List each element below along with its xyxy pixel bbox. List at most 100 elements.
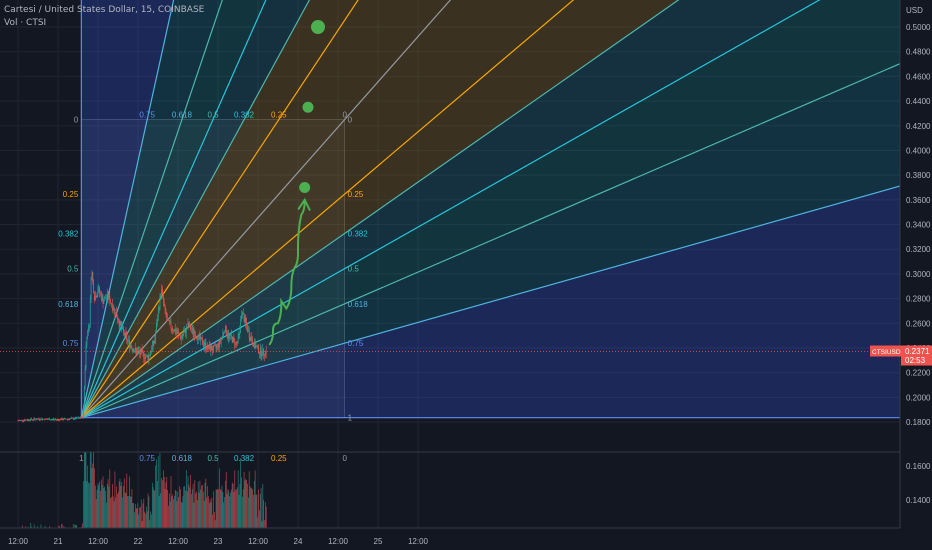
- candle: [265, 350, 266, 359]
- fan-label-bottom: 0.5: [207, 454, 219, 463]
- volume-bar: [115, 497, 117, 528]
- volume-bar: [153, 490, 155, 528]
- candle: [170, 318, 172, 332]
- volume-bar: [105, 490, 106, 528]
- candle: [81, 416, 83, 419]
- candle: [145, 353, 146, 363]
- volume-legend[interactable]: Vol · CTSI: [4, 17, 204, 30]
- time-tick: 21: [54, 537, 63, 546]
- candle: [138, 345, 140, 354]
- volume-bar: [163, 470, 164, 528]
- candle: [219, 339, 220, 353]
- volume-bar: [137, 503, 139, 528]
- candle: [245, 314, 247, 329]
- candle: [28, 419, 30, 421]
- candle: [157, 304, 159, 322]
- candle: [229, 333, 230, 342]
- volume-bar: [160, 493, 162, 528]
- volume-bar: [192, 483, 194, 528]
- candle: [225, 325, 227, 337]
- fib-fan[interactable]: 0.75 0.618 0.5 0.382 0.25 0 0.75 0.618 0.5 0.382 0…: [58, 0, 932, 463]
- volume-bar: [193, 502, 195, 528]
- candlestick-chart[interactable]: 0.75 0.618 0.5 0.382 0.25 0 0.75 0.618 0.5 0.382 0…: [0, 0, 932, 550]
- candle: [227, 330, 229, 342]
- volume-bar: [260, 487, 262, 528]
- candle: [79, 416, 81, 420]
- fan-label-bottom-marker: 1: [79, 454, 84, 463]
- time-tick: 22: [134, 537, 143, 546]
- volume-bar: [261, 521, 263, 528]
- volume-bar: [119, 478, 121, 528]
- price-axis[interactable]: USD 0.5000 0.4800 0.4600 0.4400 0.4200 0.4000 0…: [899, 0, 932, 550]
- candle: [61, 417, 63, 421]
- symbol-title[interactable]: Cartesi / United States Dollar, 15, COIN…: [4, 4, 204, 17]
- volume-bar: [207, 486, 208, 528]
- candle: [140, 350, 142, 355]
- volume-bar: [120, 485, 122, 528]
- candle: [72, 417, 73, 419]
- candle: [160, 293, 162, 301]
- candle: [49, 419, 51, 421]
- candle: [24, 418, 26, 422]
- candle: [208, 344, 209, 353]
- volume-bar: [231, 482, 233, 528]
- volume-bar: [101, 484, 103, 528]
- candle: [196, 335, 197, 340]
- volume-bar: [255, 494, 257, 528]
- volume-bar: [182, 495, 184, 528]
- volume-bar: [92, 463, 94, 528]
- candle: [263, 347, 264, 360]
- fan-label-left: 0: [74, 116, 79, 125]
- candle: [228, 329, 230, 344]
- candle: [73, 418, 75, 420]
- target-point[interactable]: [302, 101, 314, 113]
- candle: [69, 418, 71, 421]
- candle: [249, 332, 251, 342]
- volume-bar: [130, 496, 132, 528]
- candle: [45, 418, 47, 420]
- candle: [72, 417, 74, 421]
- volume-bar: [244, 480, 246, 528]
- volume-bar: [230, 492, 231, 528]
- price-tick: 0.3400: [906, 221, 931, 230]
- fan-label-top: 0.382: [234, 111, 255, 120]
- candle: [197, 334, 199, 345]
- candle: [231, 335, 233, 344]
- volume-bar: [161, 478, 162, 528]
- candle: [133, 348, 134, 353]
- target-point[interactable]: [311, 20, 325, 34]
- candle: [237, 331, 239, 344]
- candle: [128, 335, 129, 345]
- candle: [190, 324, 191, 332]
- candle: [162, 285, 163, 299]
- time-axis[interactable]: 12:00 21 12:00 22 12:00 23 12:00 24 12:00 25 12:00: [0, 527, 932, 550]
- candle: [191, 322, 193, 335]
- price-countdown: 02:53: [905, 356, 926, 365]
- volume-bar: [164, 489, 166, 528]
- volume-bar: [242, 489, 244, 528]
- candle: [264, 353, 265, 361]
- volume-bar: [141, 521, 143, 528]
- candle: [167, 313, 168, 321]
- candle: [151, 340, 153, 353]
- candle: [91, 270, 93, 281]
- candle: [80, 416, 82, 419]
- candle: [257, 344, 259, 350]
- candle: [208, 340, 210, 350]
- fan-label-bottom: 0.75: [139, 454, 155, 463]
- volume-bar: [248, 471, 250, 528]
- candle: [89, 324, 90, 333]
- volume-bar: [191, 488, 193, 528]
- volume-bar: [149, 520, 151, 528]
- candle: [88, 323, 89, 336]
- candle: [47, 418, 49, 421]
- volume-bar: [100, 479, 102, 528]
- candle: [27, 418, 29, 422]
- candle: [44, 418, 46, 421]
- volume-bar: [246, 480, 247, 528]
- candle: [221, 336, 223, 340]
- fan-label-bottom: 0.25: [271, 454, 287, 463]
- target-point[interactable]: [299, 181, 311, 193]
- candle: [149, 354, 151, 356]
- volume-bar: [233, 491, 235, 528]
